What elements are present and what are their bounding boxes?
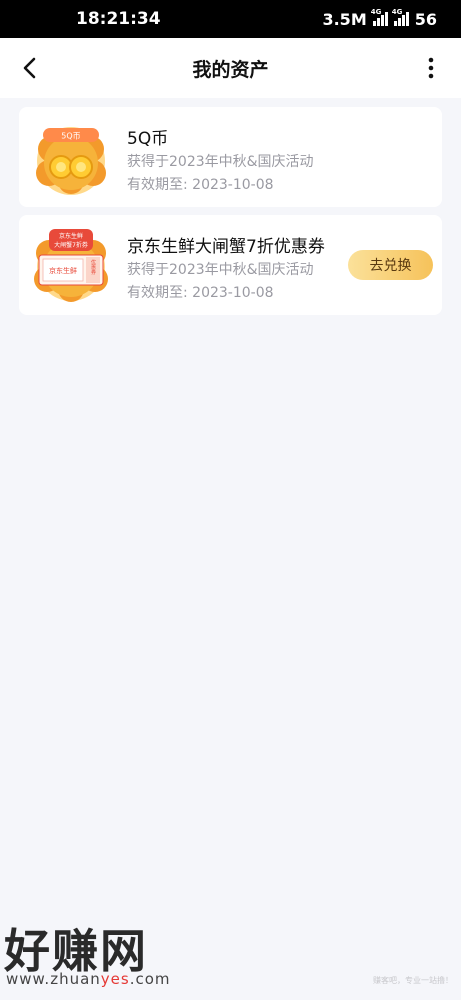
asset-title: 京东生鲜大闸蟹7折优惠券 (127, 237, 325, 257)
status-time: 18:21:34 (76, 9, 161, 29)
signal-icon-2: 4G (392, 8, 409, 26)
back-button[interactable] (14, 52, 46, 84)
redeem-button[interactable]: 去兑换 (348, 250, 433, 280)
coupon-ticket-stub: 优惠券 (90, 259, 96, 276)
more-vertical-icon (428, 57, 434, 79)
asset-expiry: 有效期至: 2023-10-08 (127, 177, 274, 193)
asset-card-qcoin[interactable]: 5Q币 5Q币 获得于2023年中秋&国庆活动 有效期至: 2023-10-08 (19, 107, 442, 207)
page-title: 我的资产 (192, 58, 269, 81)
chevron-left-icon (23, 57, 36, 79)
asset-card-coupon[interactable]: 京东生鲜 大闸蟹7折券 京东生鲜 优惠券 京东生鲜大闸蟹7折优惠券 获得于202… (19, 215, 442, 315)
coupon-badge-text: 京东生鲜 (59, 232, 83, 240)
watermark-url-accent: yes (100, 970, 130, 988)
qcoin-badge-text: 5Q币 (61, 132, 80, 141)
coupon-ticket-text: 京东生鲜 (49, 266, 77, 275)
status-indicators: 3.5M 4G 4G 56 (322, 8, 437, 29)
nav-bar: 我的资产 (0, 38, 461, 98)
coupon-badge-text-2: 大闸蟹7折券 (54, 241, 88, 249)
status-bar: 18:21:34 3.5M 4G 4G 56 (0, 0, 461, 38)
signal-type-label: 4G (370, 8, 382, 16)
watermark-tiny-note: 赚客吧，专业一站撸！ (373, 976, 453, 985)
watermark-url: www.zhuanyes.com (6, 970, 171, 988)
more-button[interactable] (415, 52, 447, 84)
qcoin-badge-icon: 5Q币 (36, 127, 106, 195)
asset-source: 获得于2023年中秋&国庆活动 (127, 262, 314, 278)
coupon-badge-icon: 京东生鲜 大闸蟹7折券 京东生鲜 优惠券 (34, 229, 108, 302)
battery-level: 56 (414, 9, 437, 29)
signal-type-label-2: 4G (391, 8, 403, 16)
network-speed: 3.5M (322, 9, 367, 29)
signal-icon: 4G (371, 8, 388, 26)
asset-source: 获得于2023年中秋&国庆活动 (127, 154, 314, 170)
asset-expiry: 有效期至: 2023-10-08 (127, 285, 274, 301)
watermark-url-post: .com (129, 970, 171, 988)
site-watermark: 好赚网 www.zhuanyes.com (0, 915, 200, 995)
asset-title: 5Q币 (127, 129, 169, 149)
watermark-url-pre: www.zhuan (6, 970, 101, 988)
